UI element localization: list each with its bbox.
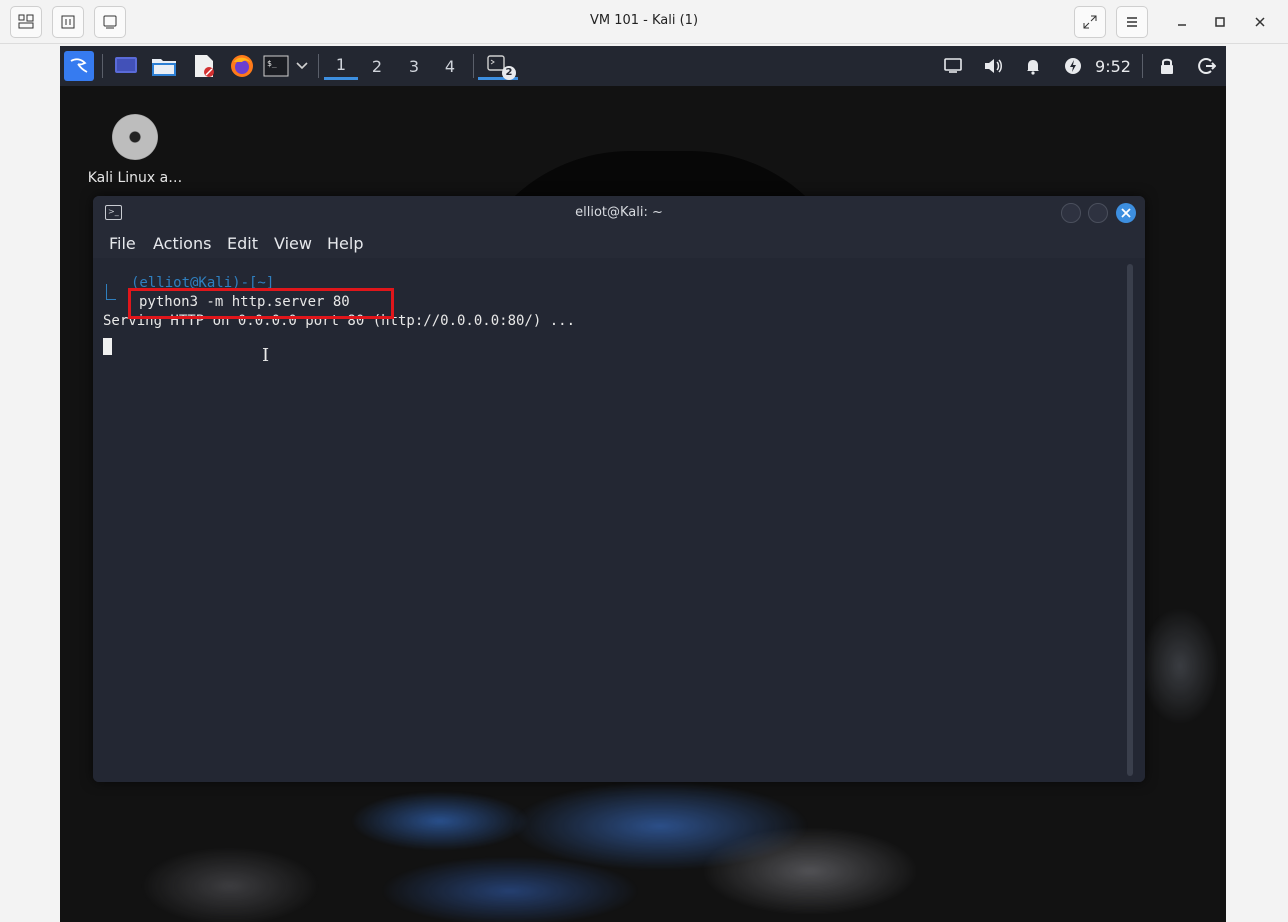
clock[interactable]: 9:52 [1090, 52, 1136, 80]
menu-icon[interactable] [1116, 6, 1148, 38]
minimize-icon[interactable] [1170, 10, 1194, 34]
menu-help[interactable]: Help [327, 234, 363, 253]
host-titlebar: VM 101 - Kali (1) [0, 0, 1288, 44]
vm-screen[interactable]: $_ 1 2 3 4 2 9:52 Kali Linux a… >_ ellio… [60, 46, 1226, 922]
maximize-icon[interactable] [1208, 10, 1232, 34]
workspace-4[interactable]: 4 [433, 52, 467, 80]
desktop-icon-kali-disc[interactable]: Kali Linux a… [80, 114, 190, 186]
close-icon[interactable] [1248, 10, 1272, 34]
menu-edit[interactable]: Edit [227, 234, 258, 253]
firefox-icon[interactable] [228, 52, 256, 80]
lock-icon[interactable] [1154, 52, 1180, 80]
command-highlight-box [128, 288, 394, 319]
terminal-minimize-button[interactable] [1061, 203, 1081, 223]
menu-file[interactable]: File [109, 234, 136, 253]
terminal-output-area[interactable]: (elliot@Kali)-[~] python3 -m http.server… [93, 258, 1145, 782]
menu-view[interactable]: View [274, 234, 312, 253]
ibeam-pointer-icon: I [262, 345, 270, 366]
terminal-scrollbar[interactable] [1127, 264, 1133, 776]
notification-bell-icon[interactable] [1020, 52, 1046, 80]
close-x-icon [1121, 208, 1131, 218]
disc-icon [112, 114, 158, 160]
terminal-maximize-button[interactable] [1088, 203, 1108, 223]
fullscreen-icon[interactable] [1074, 6, 1106, 38]
terminal-task-button[interactable]: 2 [478, 52, 518, 80]
terminal-launcher-icon[interactable]: $_ [262, 52, 290, 80]
task-count-badge: 2 [502, 66, 516, 80]
text-editor-icon[interactable] [190, 52, 218, 80]
terminal-title: elliot@Kali: ~ [575, 205, 663, 220]
top-panel: $_ 1 2 3 4 2 9:52 [60, 46, 1226, 86]
workspace-3[interactable]: 3 [397, 52, 431, 80]
logout-icon[interactable] [1194, 52, 1220, 80]
prompt-bracket [106, 284, 116, 300]
svg-text:$_: $_ [267, 59, 277, 68]
chevron-down-icon[interactable] [292, 52, 312, 80]
menu-actions[interactable]: Actions [153, 234, 211, 253]
workspace-2[interactable]: 2 [360, 52, 394, 80]
terminal-close-button[interactable] [1116, 203, 1136, 223]
workspace-1[interactable]: 1 [324, 52, 358, 80]
text-cursor [103, 338, 112, 355]
volume-icon[interactable] [980, 52, 1006, 80]
power-status-icon[interactable] [1060, 52, 1086, 80]
terminal-titlebar[interactable]: >_ elliot@Kali: ~ [93, 196, 1145, 230]
show-desktop-icon[interactable] [112, 52, 140, 80]
desktop-icon-label: Kali Linux a… [87, 170, 183, 186]
terminal-menubar: File Actions Edit View Help [93, 230, 1145, 258]
screen-icon[interactable] [940, 52, 966, 80]
file-manager-icon[interactable] [150, 52, 178, 80]
terminal-window[interactable]: >_ elliot@Kali: ~ File Actions Edit View… [93, 196, 1145, 782]
kali-menu-icon[interactable] [64, 51, 94, 81]
